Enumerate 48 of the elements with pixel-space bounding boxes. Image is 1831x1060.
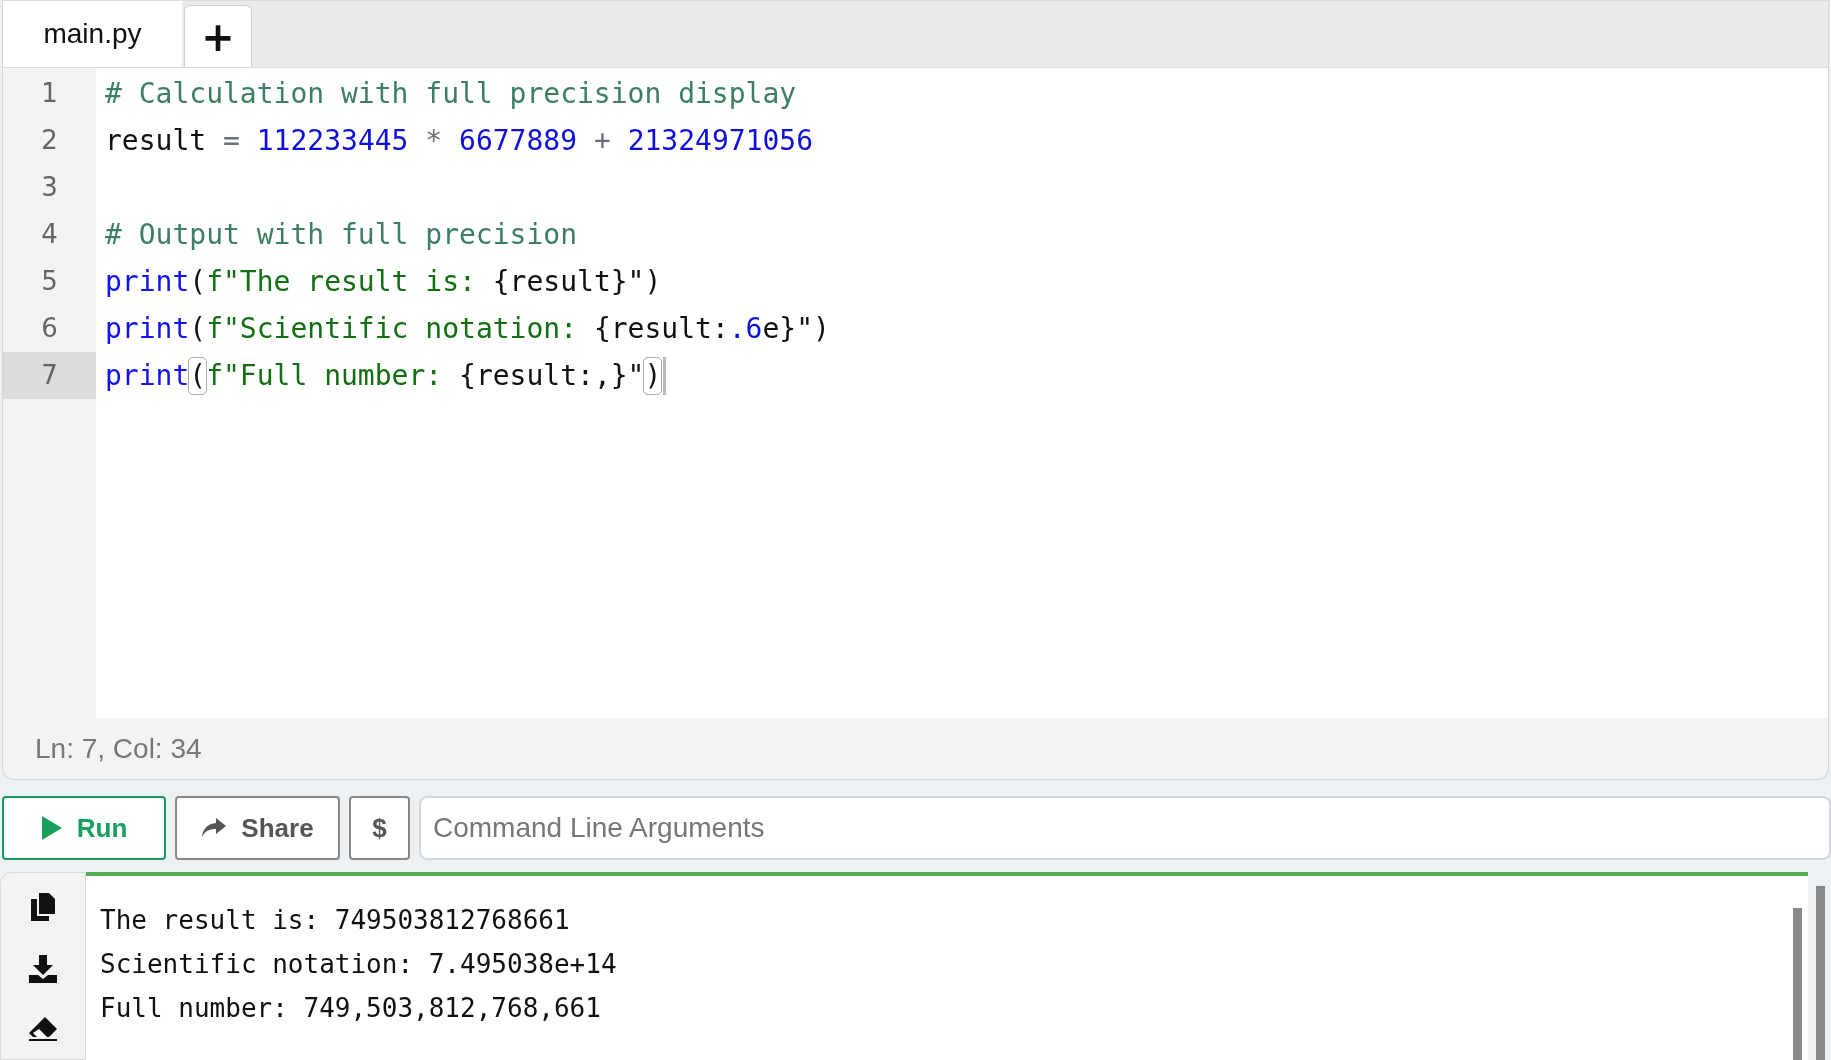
code-text: {result:: [593, 311, 729, 347]
eraser-icon[interactable]: [29, 1017, 57, 1041]
code-number: .6: [728, 311, 763, 347]
arguments-field[interactable]: Command Line Arguments: [419, 796, 1831, 860]
text-cursor: [663, 356, 667, 395]
share-arrow-icon: [201, 817, 228, 839]
line-number: 6: [40, 312, 59, 345]
code-text: (: [189, 264, 207, 300]
line-number: 2: [40, 124, 59, 157]
line-number: 4: [40, 218, 59, 251]
line-number: 1: [40, 77, 59, 110]
scrollbar[interactable]: [1793, 908, 1802, 1060]
code-string: f"Full number:: [206, 358, 444, 394]
matched-bracket: ): [644, 357, 662, 394]
code-operator: *: [424, 123, 444, 159]
code-keyword: print: [105, 264, 190, 300]
code-string: f"Scientific notation:: [206, 311, 579, 347]
play-icon: [40, 815, 63, 841]
code-operator: +: [592, 123, 612, 159]
dollar-button[interactable]: $: [349, 796, 410, 860]
copy-icon[interactable]: [31, 893, 55, 921]
code-text: e}"): [762, 311, 830, 347]
share-button[interactable]: Share: [175, 796, 340, 860]
cursor-position: Ln: 7, Col: 34: [35, 732, 202, 765]
code-keyword: print: [105, 311, 190, 347]
output-line: The result is: 749503812768661: [100, 904, 571, 937]
line-number: 7: [3, 352, 96, 399]
code-text: result: [105, 123, 207, 159]
code-text: {result}"): [492, 264, 662, 300]
page-scrollbar[interactable]: [1816, 886, 1825, 1060]
code-number: 6677889: [459, 123, 578, 159]
code-string: f"The result is:: [206, 264, 477, 300]
output-line: Scientific notation: 7.495038e+14: [100, 948, 618, 981]
code-number: 21324971056: [627, 123, 814, 159]
file-tab[interactable]: main.py: [3, 1, 182, 67]
code-comment: # Calculation with full precision display: [105, 76, 797, 112]
output-line: Full number: 749,503,812,768,661: [100, 992, 602, 1025]
code-text: {result:,}": [459, 358, 645, 394]
add-tab-button[interactable]: +: [184, 5, 252, 67]
line-number: 3: [40, 171, 59, 204]
download-icon[interactable]: [29, 955, 57, 983]
code-keyword: print: [105, 358, 190, 394]
code-comment: # Output with full precision: [105, 217, 577, 253]
code-text: (: [189, 311, 207, 347]
matched-bracket: (: [189, 357, 207, 394]
line-number: 5: [40, 265, 59, 298]
code-number: 112233445: [256, 123, 409, 159]
code-operator: =: [222, 123, 241, 159]
